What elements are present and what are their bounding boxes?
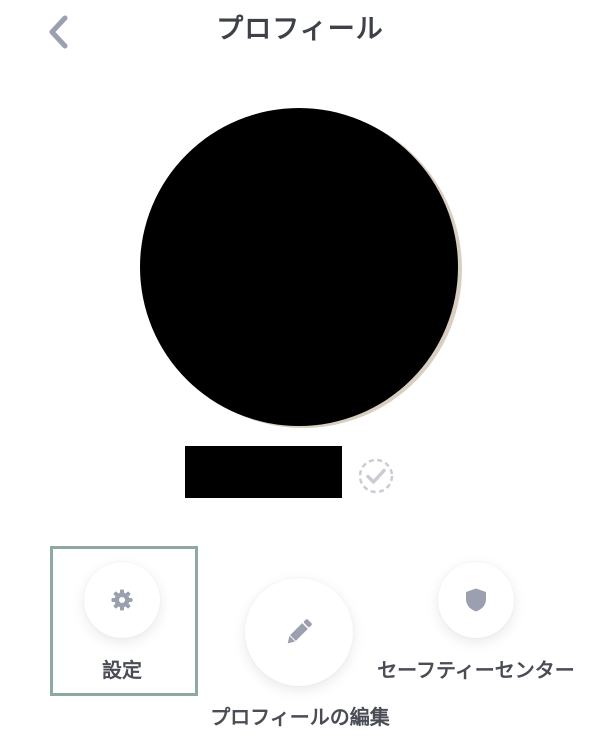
pencil-icon bbox=[287, 619, 312, 644]
settings-button[interactable] bbox=[84, 562, 160, 638]
edit-profile-button[interactable] bbox=[245, 578, 353, 686]
page-title: プロフィール bbox=[216, 14, 384, 45]
settings-label: 設定 bbox=[102, 658, 142, 682]
user-name-redacted bbox=[185, 446, 342, 498]
avatar[interactable] bbox=[140, 108, 458, 426]
shield-icon bbox=[466, 588, 486, 612]
verification-badge[interactable] bbox=[357, 457, 395, 495]
edit-profile-label: プロフィールの編集 bbox=[210, 705, 390, 729]
safety-center-button[interactable] bbox=[438, 562, 514, 638]
safety-center-label: セーフティーセンター bbox=[377, 658, 575, 682]
gear-icon bbox=[111, 589, 133, 611]
profile-screen: プロフィール 設定 プロフィールの編集 セーフティーセンター bbox=[0, 0, 600, 754]
check-badge-icon bbox=[358, 458, 394, 494]
